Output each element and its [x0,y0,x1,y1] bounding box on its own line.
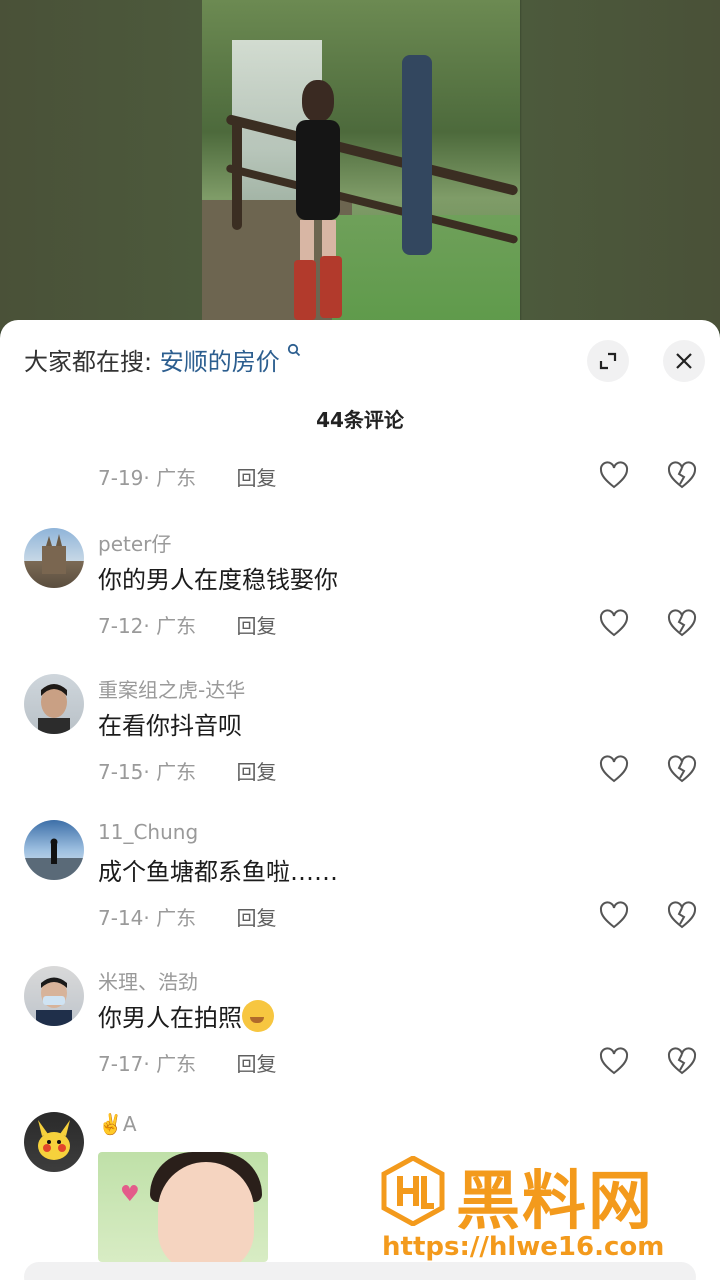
comment-item: peter仔 你的男人在度稳钱娶你 7-12· 广东 回复 [0,528,720,658]
comment-text: 成个鱼塘都系鱼啦…… [98,858,338,886]
comment-date: 7-19 [98,466,144,490]
comment-item: 重案组之虎-达华 在看你抖音呗 7-15· 广东 回复 [0,674,720,804]
expand-icon [599,352,617,370]
watermark: 黑料网 https://hlwe16.com [380,1150,710,1265]
comment-region: · 广东 [143,906,197,930]
comment-text: 你的男人在度稳钱娶你 [98,566,338,594]
comment-item: 11_Chung 成个鱼塘都系鱼啦…… 7-14· 广东 回复 [0,820,720,950]
heart-outline-icon[interactable] [598,1046,630,1078]
avatar[interactable] [24,820,84,880]
comment-meta: 7-17· 广东 回复 [98,1048,276,1077]
video-frame[interactable] [202,0,520,330]
broken-heart-icon[interactable] [666,608,698,640]
avatar[interactable] [24,674,84,734]
search-suggestion[interactable]: 大家都在搜: 安顺的房价 [24,342,301,377]
comment-region: · 广东 [143,760,197,784]
comment-region: · 广东 [143,614,197,638]
comment-region: · 广东 [143,466,197,490]
expand-button[interactable] [587,340,629,382]
comment-date: 7-15 [98,760,144,784]
comment-item: 7-19· 广东 回复 [0,460,720,500]
heart-outline-icon[interactable] [598,608,630,640]
sticker-image[interactable]: ♥ [98,1152,268,1262]
search-term-link[interactable]: 安顺的房价 [160,348,280,376]
railing-post [232,120,242,230]
comment-date: 7-12 [98,614,144,638]
broken-heart-icon[interactable] [666,900,698,932]
heart-outline-icon[interactable] [598,900,630,932]
heart-outline-icon[interactable] [598,460,630,492]
commenter-name[interactable]: peter仔 [98,528,171,557]
commenter-name[interactable]: ✌️A [98,1112,137,1136]
search-prefix: 大家都在搜: [24,348,153,376]
search-icon [287,342,301,361]
reply-button[interactable]: 回复 [236,1052,276,1076]
commenter-name[interactable]: 米理、浩劲 [98,966,198,995]
comment-date: 7-14 [98,906,144,930]
comment-item: 米理、浩劲 你男人在拍照 7-17· 广东 回复 [0,966,720,1096]
comment-text: 在看你抖音呗 [98,712,242,740]
reply-button[interactable]: 回复 [236,906,276,930]
blushing-face-emoji-icon [242,1000,274,1032]
reply-button[interactable]: 回复 [236,760,276,784]
comment-text-content: 你男人在拍照 [98,1004,242,1032]
comment-meta: 7-14· 广东 回复 [98,902,276,931]
bystander-figure [402,55,432,255]
avatar[interactable] [24,966,84,1026]
watermark-title: 黑料网 [456,1165,654,1239]
comments-panel: 大家都在搜: 安顺的房价 44条评论 7-19· 广东 回复 peter仔 你的… [0,320,720,1280]
broken-heart-icon[interactable] [666,460,698,492]
watermark-logo-icon [381,1156,445,1226]
avatar[interactable] [24,1112,84,1172]
reply-button[interactable]: 回复 [236,614,276,638]
close-icon [676,353,692,369]
heart-icon: ♥ [120,1182,140,1207]
comment-text: 你男人在拍照 [98,998,274,1035]
watermark-url: https://hlwe16.com [382,1232,665,1262]
person-figure [290,80,346,320]
commenter-name[interactable]: 重案组之虎-达华 [98,674,245,703]
comment-count: 44条评论 [316,408,404,432]
heart-outline-icon[interactable] [598,754,630,786]
reply-button[interactable]: 回复 [236,466,276,490]
comment-date: 7-17 [98,1052,144,1076]
video-background[interactable] [0,0,720,330]
comment-meta: 7-19· 广东 回复 [98,462,276,491]
commenter-name[interactable]: 11_Chung [98,820,198,844]
broken-heart-icon[interactable] [666,1046,698,1078]
comment-meta: 7-12· 广东 回复 [98,610,276,639]
comment-input-bar[interactable] [24,1262,696,1280]
comment-meta: 7-15· 广东 回复 [98,756,276,785]
broken-heart-icon[interactable] [666,754,698,786]
close-button[interactable] [663,340,705,382]
avatar[interactable] [24,528,84,588]
comment-region: · 广东 [143,1052,197,1076]
